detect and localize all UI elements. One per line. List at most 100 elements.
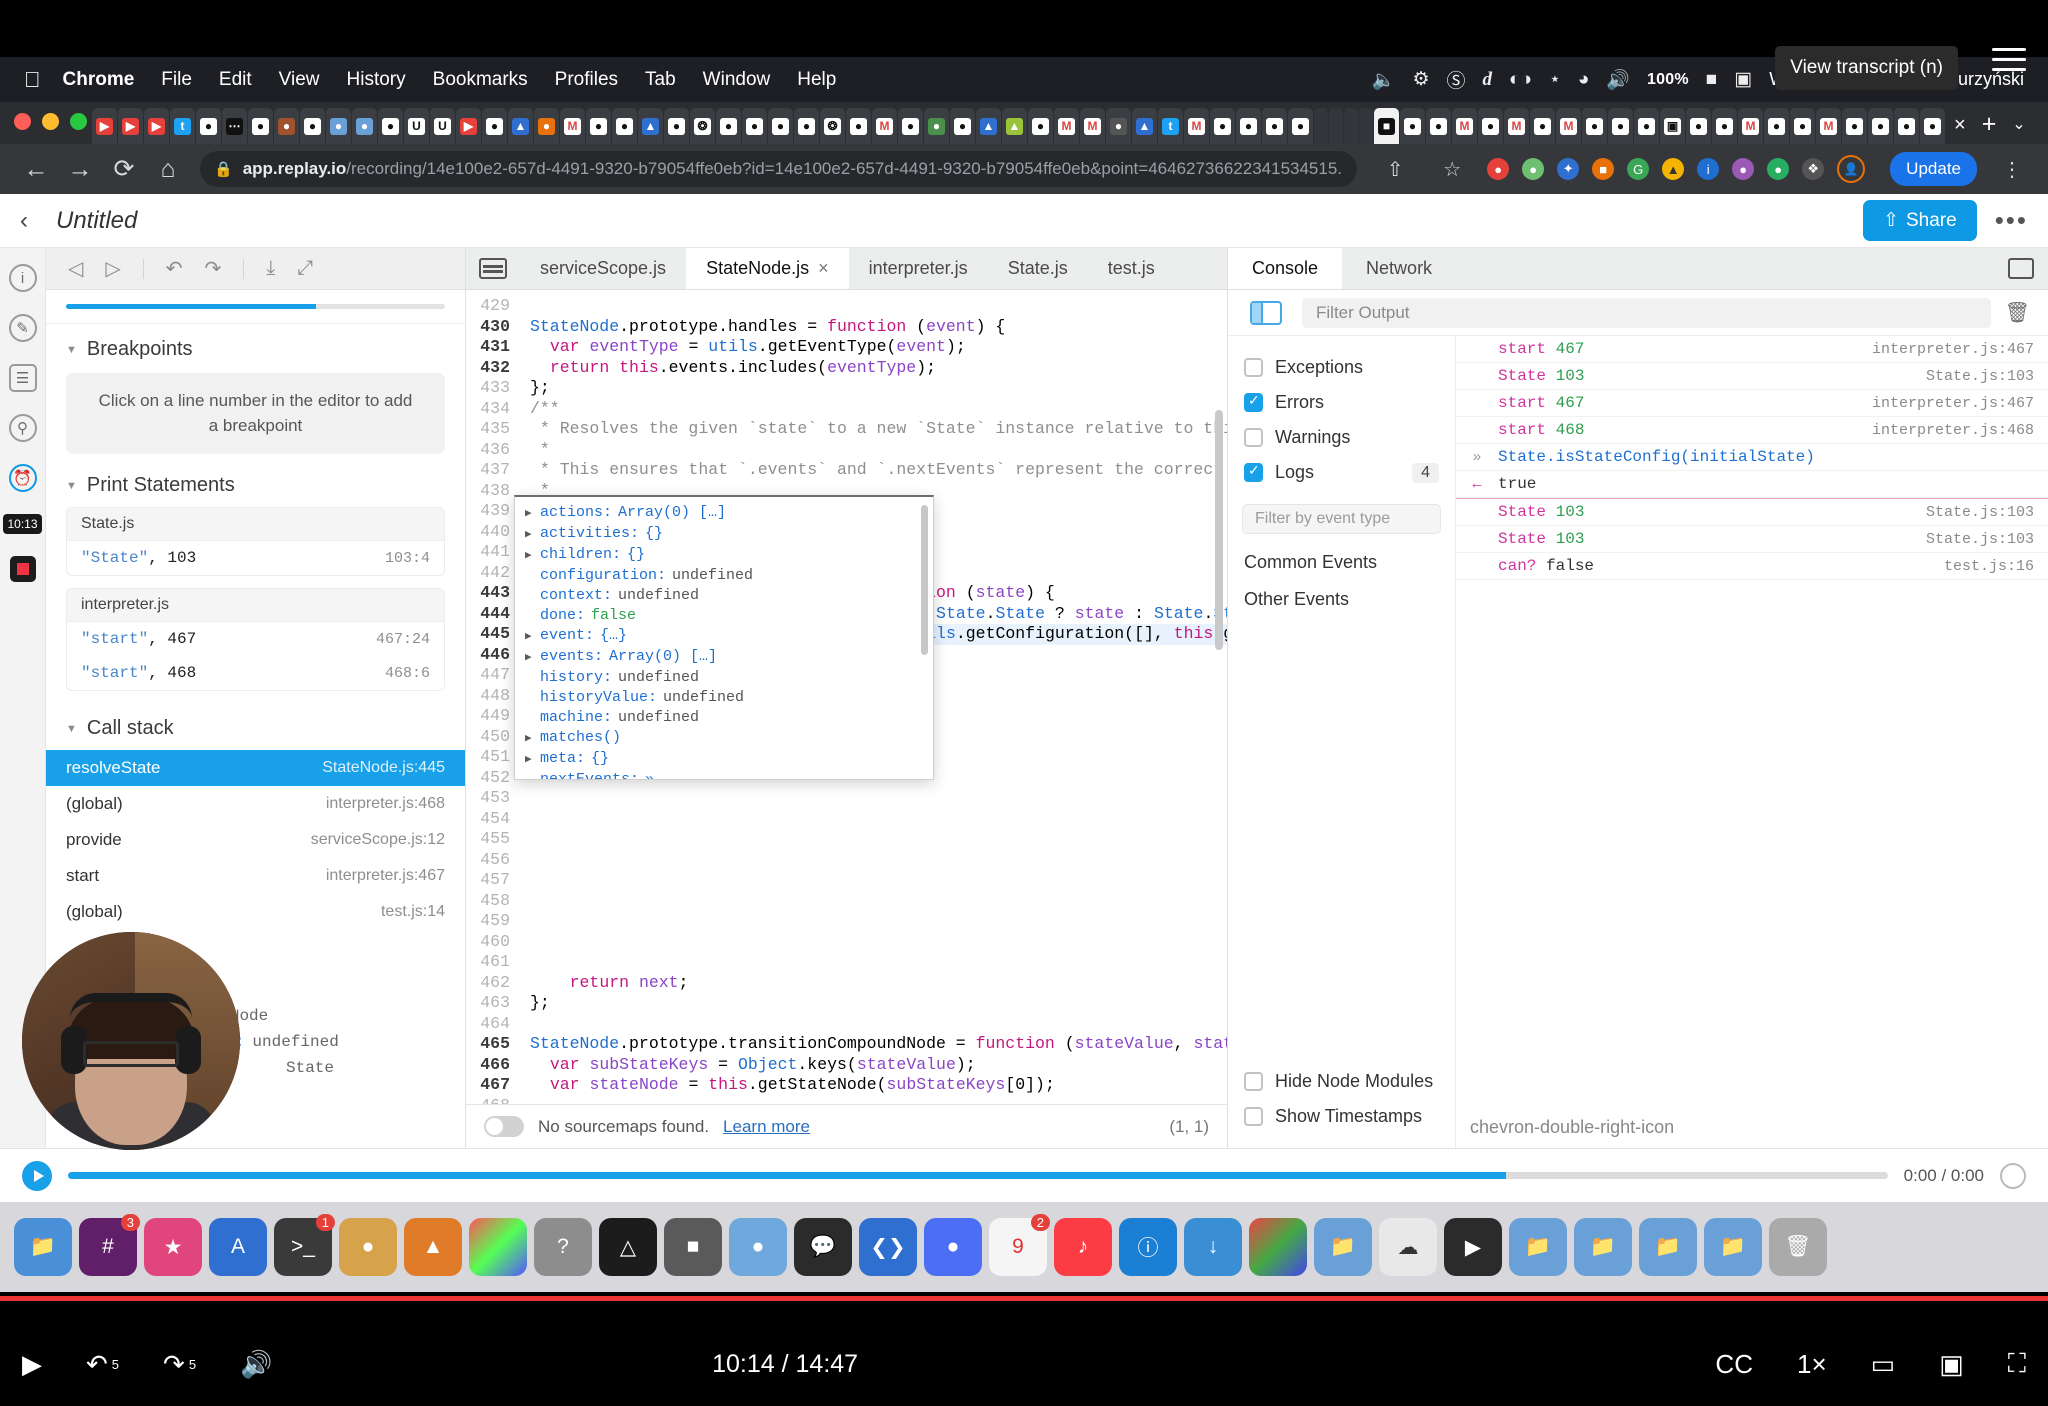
expand-arrow-icon[interactable]: ▶ xyxy=(525,750,534,770)
back-button[interactable]: ← xyxy=(14,155,58,184)
console-message-source[interactable]: interpreter.js:467 xyxy=(1858,341,2034,358)
line-number[interactable]: 442 xyxy=(466,563,510,584)
app-icon[interactable]: ● xyxy=(339,1218,397,1276)
browser-tab[interactable]: U xyxy=(404,108,429,144)
browser-tab[interactable]: t xyxy=(170,108,195,144)
console-message[interactable]: State 103 State.js:103 xyxy=(1456,499,2048,526)
extension-icon[interactable]: ● xyxy=(1487,158,1510,180)
dropbox-icon[interactable]: d xyxy=(1483,69,1493,91)
close-tab-button[interactable]: × xyxy=(1954,114,1966,137)
console-message[interactable]: State 103 State.js:103 xyxy=(1456,363,2048,390)
browser-tab[interactable]: M xyxy=(1556,108,1581,144)
menu-help[interactable]: Help xyxy=(797,69,836,91)
browser-tab[interactable]: ⋯ xyxy=(222,108,247,144)
code-line[interactable] xyxy=(530,1096,1227,1105)
object-property-row[interactable]: ▶ children: {} xyxy=(525,545,933,566)
maximize-window-button[interactable] xyxy=(70,113,87,130)
filter-exceptions[interactable]: Exceptions xyxy=(1228,350,1455,385)
browser-tab[interactable] xyxy=(1344,108,1358,144)
browser-tab[interactable]: ❂ xyxy=(820,108,845,144)
browser-tab[interactable]: ● xyxy=(534,108,559,144)
checkbox[interactable] xyxy=(1244,358,1263,377)
chrome-menu-icon[interactable]: ⋮ xyxy=(1990,157,2034,182)
line-number[interactable]: 458 xyxy=(466,891,510,912)
browser-tab[interactable]: ● xyxy=(612,108,637,144)
code-line[interactable]: /** xyxy=(530,399,1227,420)
comments-icon[interactable]: ✎ xyxy=(8,314,37,342)
browser-tab[interactable]: ● xyxy=(768,108,793,144)
line-number[interactable]: 457 xyxy=(466,870,510,891)
object-property-row[interactable]: ▶ events: Array(0) […] xyxy=(525,647,933,668)
common-events-group[interactable]: Common Events xyxy=(1228,544,1455,581)
console-message-list[interactable]: start 467 interpreter.js:467 State 103 Stat… xyxy=(1456,336,2048,1107)
code-line[interactable]: }; xyxy=(530,993,1227,1014)
app-icon[interactable]: ● xyxy=(924,1218,982,1276)
browser-tab[interactable]: ▲ xyxy=(1002,108,1027,144)
forward-button[interactable]: → xyxy=(58,155,102,184)
event-type-filter-input[interactable]: Filter by event type xyxy=(1242,504,1441,534)
line-number[interactable]: 468 xyxy=(466,1096,510,1105)
browser-tab[interactable] xyxy=(1329,108,1343,144)
line-number[interactable]: 439 xyxy=(466,501,510,522)
expand-arrow-icon[interactable]: ▶ xyxy=(525,729,534,749)
breakpoints-section-header[interactable]: ▼ Breakpoints xyxy=(46,324,465,371)
call-stack-frame[interactable]: (global) test.js:14 xyxy=(46,894,465,930)
more-options-button[interactable]: ••• xyxy=(1995,205,2028,236)
folder-icon[interactable]: 📁 xyxy=(1314,1218,1372,1276)
extension-icon[interactable]: G xyxy=(1627,158,1650,180)
editor-tab-statenode[interactable]: StateNode.js × xyxy=(686,248,849,289)
line-number[interactable]: 432 xyxy=(466,358,510,379)
app-icon[interactable]: ☁ xyxy=(1379,1218,1437,1276)
step-forward-icon[interactable]: ↷ xyxy=(205,256,222,281)
line-number[interactable]: 449 xyxy=(466,706,510,727)
expand-arrow-icon[interactable]: ▶ xyxy=(525,504,534,524)
app-icon[interactable]: ■ xyxy=(664,1218,722,1276)
debugger-icon[interactable]: ⏰ xyxy=(8,464,37,492)
menu-edit[interactable]: Edit xyxy=(219,69,252,91)
browser-tab[interactable]: M xyxy=(1738,108,1763,144)
filter-output-input[interactable]: Filter Output xyxy=(1302,297,1991,328)
editor-tab-interpreter[interactable]: interpreter.js xyxy=(848,248,988,289)
console-message-source[interactable]: State.js:103 xyxy=(1912,504,2034,521)
browser-tab[interactable] xyxy=(1314,108,1328,144)
vlc-icon[interactable]: ▲ xyxy=(404,1218,462,1276)
code-line[interactable] xyxy=(530,1014,1227,1035)
console-message[interactable]: start 467 interpreter.js:467 xyxy=(1456,336,2048,363)
console-message-source[interactable]: State.js:103 xyxy=(1912,531,2034,548)
extension-icon[interactable]: ■ xyxy=(1592,158,1615,180)
browser-tab[interactable]: ▲ xyxy=(976,108,1001,144)
browser-tab[interactable]: ● xyxy=(378,108,403,144)
option-hide-node-modules[interactable]: Hide Node Modules xyxy=(1228,1064,1455,1099)
tab-console[interactable]: Console xyxy=(1228,248,1343,289)
menu-tab[interactable]: Tab xyxy=(645,69,676,91)
step-out-icon[interactable]: ⤢ xyxy=(297,257,313,280)
browser-tab[interactable]: ● xyxy=(1634,108,1659,144)
line-number[interactable]: 462 xyxy=(466,973,510,994)
other-events-group[interactable]: Other Events xyxy=(1228,581,1455,618)
expand-arrow-icon[interactable]: ▶ xyxy=(525,525,534,545)
console-message-source[interactable]: State.js:103 xyxy=(1912,368,2034,385)
call-stack-frame[interactable]: (global) interpreter.js:468 xyxy=(46,786,465,822)
print-statement-row[interactable]: "start", 467 467:24 xyxy=(67,622,444,656)
code-line[interactable] xyxy=(530,829,1227,850)
tab-network[interactable]: Network xyxy=(1342,248,1456,289)
minimize-window-button[interactable] xyxy=(42,113,59,130)
browser-tab[interactable]: ● xyxy=(300,108,325,144)
object-property-row[interactable]: historyValue: undefined xyxy=(525,688,933,708)
app-icon[interactable]: ● xyxy=(729,1218,787,1276)
print-statements-section-header[interactable]: ▼ Print Statements xyxy=(46,460,465,507)
wifi-icon[interactable]: ◕ xyxy=(1578,69,1589,91)
app-icon[interactable]: ★ xyxy=(144,1218,202,1276)
browser-tab[interactable]: ● xyxy=(1842,108,1867,144)
browser-tab[interactable]: ● xyxy=(1400,108,1425,144)
console-message[interactable]: State 103 State.js:103 xyxy=(1456,526,2048,553)
object-property-row[interactable]: ▶ activities: {} xyxy=(525,524,933,545)
apple-icon[interactable]:  xyxy=(24,67,41,93)
console-message[interactable]: can? false test.js:16 xyxy=(1456,553,2048,580)
screenshot-icon[interactable]: ▣ xyxy=(1734,68,1752,91)
finder-icon[interactable]: 📁 xyxy=(14,1218,72,1276)
playback-speed-button[interactable]: 1× xyxy=(1797,1349,1827,1380)
picture-in-picture-icon[interactable]: ▣ xyxy=(1939,1349,1964,1380)
bluetooth-icon[interactable]: ⋆ xyxy=(1549,68,1561,91)
line-number[interactable]: 433 xyxy=(466,378,510,399)
